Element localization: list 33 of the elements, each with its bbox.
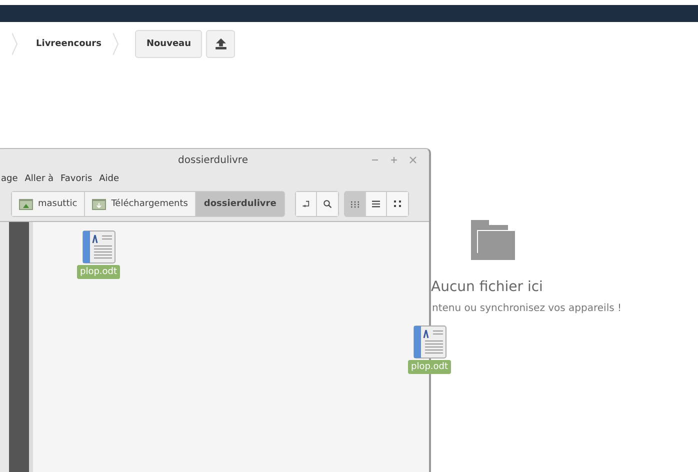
view-button[interactable] [366, 192, 388, 216]
search-button[interactable] [317, 192, 338, 216]
file-name: plop.odt [408, 360, 452, 374]
folder-icon [471, 220, 515, 260]
folder-icon [19, 198, 33, 210]
compact-list-icon [394, 200, 402, 208]
document-icon[interactable] [82, 230, 116, 264]
document-icon[interactable] [412, 325, 447, 359]
chevron-icon [113, 33, 120, 55]
menu-item[interactable]: Favoris [60, 174, 92, 184]
location-button[interactable] [296, 192, 318, 216]
chevron-icon [12, 33, 18, 55]
menu-item[interactable]: Aller à [24, 174, 54, 184]
return-icon [302, 198, 310, 210]
upload-button[interactable] [206, 30, 236, 58]
path-button[interactable]: Téléchargements [85, 192, 196, 216]
folder-icon [92, 198, 106, 210]
close-icon[interactable] [409, 156, 417, 164]
breadcrumb-link[interactable]: Livreencours [36, 39, 102, 49]
maximize-icon[interactable] [390, 156, 398, 164]
new-button[interactable]: Nouveau [135, 30, 202, 58]
list-icon [372, 200, 380, 208]
path-button[interactable]: masuttic [12, 192, 86, 216]
grid-icon [351, 200, 360, 208]
window-title: dossierdulivre [178, 154, 248, 166]
search-icon [323, 198, 332, 210]
empty-state-text: ntenu ou synchronisez vos appareils ! [432, 303, 622, 314]
menu-item[interactable]: age [1, 174, 18, 184]
upload-icon [214, 38, 227, 50]
empty-state-title: Aucun fichier ici [431, 279, 543, 295]
view-button[interactable] [387, 192, 408, 216]
menu-item[interactable]: Aide [99, 174, 120, 184]
path-button[interactable]: dossierdulivre [196, 192, 284, 216]
